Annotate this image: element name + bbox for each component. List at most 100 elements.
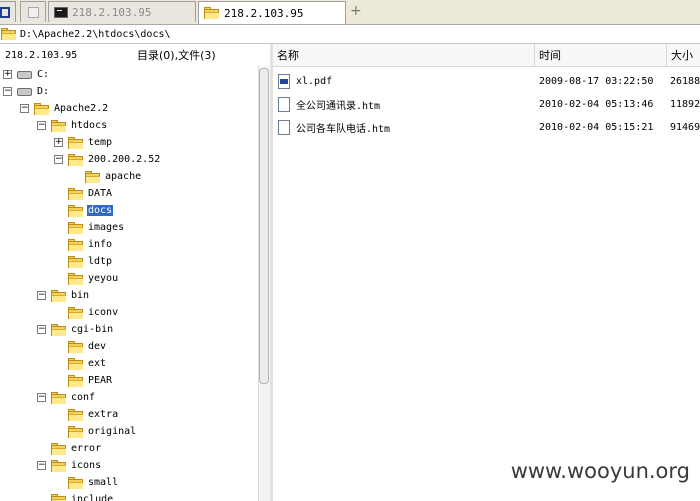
tree-item-label: 200.200.2.52 [88,154,161,165]
terminal-icon [54,6,68,18]
folder-icon [51,493,66,501]
file-size: 91469 [670,121,700,133]
tree-item-label: apache [105,171,142,182]
file-size: 11892 [670,98,700,110]
tree-item-label: small [88,477,119,488]
path-bar[interactable]: D:\Apache2.2\htdocs\docs\ [0,25,700,44]
tree-item-label: original [88,426,137,437]
folder-icon [68,340,83,353]
tree-item-label: docs [85,204,115,217]
pdf-file-icon [278,73,290,89]
collapse-icon[interactable]: − [37,121,46,130]
tree-item[interactable]: ldtp [68,253,113,270]
folder-icon [85,170,100,183]
tree-item-label: dev [88,341,107,352]
tree-item[interactable]: − bin [37,287,90,304]
tree-item[interactable]: info [68,236,113,253]
file-row[interactable]: 全公司通讯录.htm 2010-02-04 05:13:46 11892 [273,93,700,115]
folder-icon [68,272,83,285]
folder-icon [68,476,83,489]
file-name: 全公司通讯录.htm [296,100,381,112]
window-icon [0,6,10,18]
file-time: 2009-08-17 03:22:50 [539,75,654,87]
tree-item-label: C: [37,69,50,80]
tree-item-label: ldtp [88,256,113,267]
tree-item[interactable]: − 200.200.2.52 [54,151,161,168]
tree-item[interactable]: − conf [37,389,96,406]
collapse-icon[interactable]: − [37,325,46,334]
folder-icon [68,238,83,251]
tree-item-label: ext [88,358,107,369]
path-text[interactable]: D:\Apache2.2\htdocs\docs\ [20,29,171,40]
tree-item-label: iconv [88,307,119,318]
folder-icon [51,459,66,472]
tree-item[interactable]: − D: [3,83,50,100]
tree-item-label: extra [88,409,119,420]
collapse-icon[interactable]: − [37,461,46,470]
tree-item[interactable]: + C: [3,66,50,83]
tree-item-label: Apache2.2 [54,103,109,114]
expand-icon[interactable]: + [54,138,63,147]
tree-item[interactable]: dev [68,338,107,355]
watermark: www.wooyun.org [510,459,690,483]
tree-item[interactable]: error [51,440,102,457]
tree-item[interactable]: + temp [54,134,113,151]
column-time[interactable]: 时间 [535,44,667,66]
tree-item[interactable]: apache [85,168,142,185]
folder-icon [68,204,83,217]
tab-blank[interactable] [20,1,46,22]
blank-page-icon [27,6,39,18]
tree-item[interactable]: images [68,219,125,236]
collapse-icon[interactable]: − [37,291,46,300]
folder-icon [68,306,83,319]
folder-icon [1,28,16,40]
collapse-icon[interactable]: − [54,155,63,164]
tab-file-manager[interactable]: 218.2.103.95 [198,1,346,24]
tab-window[interactable] [0,1,16,22]
tree-item[interactable]: DATA [68,185,113,202]
folder-icon [68,221,83,234]
tab-file-manager-label: 218.2.103.95 [224,6,304,20]
file-name: 公司各车队电话.htm [296,123,391,135]
folder-icon [68,374,83,387]
tree-item[interactable]: − cgi-bin [37,321,114,338]
new-tab-button[interactable]: + [350,3,364,21]
tree-item[interactable]: include [51,491,114,501]
column-size[interactable]: 大小 [667,44,700,66]
tree-item[interactable]: − Apache2.2 [20,100,109,117]
tree-item[interactable]: − htdocs [37,117,108,134]
file-size: 26188 [670,75,700,87]
tree-item[interactable]: extra [68,406,119,423]
tree-item[interactable]: − icons [37,457,102,474]
folder-icon [51,119,66,132]
tree-scrollbar-thumb[interactable] [259,68,269,384]
tree-item[interactable]: docs [68,202,115,219]
file-row[interactable]: xl.pdf 2009-08-17 03:22:50 26188 [273,70,700,92]
folder-icon [68,136,83,149]
folder-tree: + C: − D: − Apache2.2− htdocs + temp −200.200.2.5… [0,66,258,501]
collapse-icon[interactable]: − [20,104,29,113]
tree-item[interactable]: PEAR [68,372,113,389]
column-name[interactable]: 名称 [273,44,535,66]
folder-icon [51,391,66,404]
file-list-header: 名称 时间 大小 [273,44,700,67]
file-row[interactable]: 公司各车队电话.htm 2010-02-04 05:15:21 91469 [273,116,700,138]
tree-item-label: error [71,443,102,454]
collapse-icon[interactable]: − [3,87,12,96]
file-name-cell: xl.pdf [278,70,533,92]
collapse-icon[interactable]: − [37,393,46,402]
tree-item[interactable]: original [68,423,137,440]
tab-terminal-label: 218.2.103.95 [72,5,152,19]
tree-item-label: conf [71,392,96,403]
tab-terminal[interactable]: 218.2.103.95 [48,1,196,22]
tree-item[interactable]: ext [68,355,107,372]
file-name-cell: 公司各车队电话.htm [278,116,533,138]
tree-item-label: icons [71,460,102,471]
tree-item[interactable]: yeyou [68,270,119,287]
folder-icon [51,323,66,336]
folder-icon [68,153,83,166]
tree-item[interactable]: iconv [68,304,119,321]
file-name-cell: 全公司通讯录.htm [278,93,533,115]
expand-icon[interactable]: + [3,70,12,79]
tree-item[interactable]: small [68,474,119,491]
